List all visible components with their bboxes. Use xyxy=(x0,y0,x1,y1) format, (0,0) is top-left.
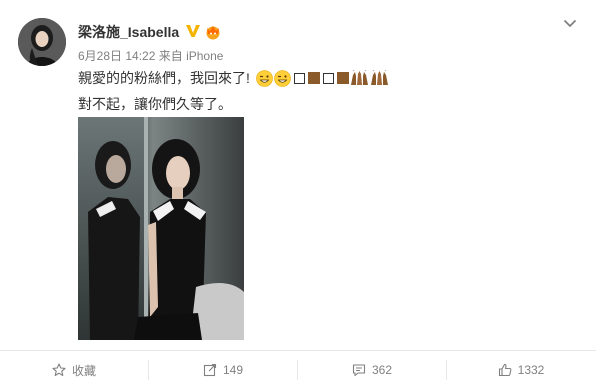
grinning-wink-emoji xyxy=(274,69,291,87)
like-button[interactable]: 1332 xyxy=(447,352,595,388)
post-text-line-2: 對不起，讓你們久等了。 xyxy=(78,96,232,112)
comment-count: 362 xyxy=(371,363,393,377)
comment-button[interactable]: 362 xyxy=(298,352,446,388)
post-source: 来自 iPhone xyxy=(158,49,224,63)
praying-hands-emoji xyxy=(350,70,368,85)
avatar[interactable] xyxy=(18,18,66,66)
post-meta: 6月28日 14:22 来自 iPhone xyxy=(78,47,223,64)
repost-button[interactable]: 149 xyxy=(149,352,297,388)
post-timestamp[interactable]: 6月28日 14:22 xyxy=(78,49,155,63)
brown-box-glyph xyxy=(336,72,349,84)
post-photo[interactable] xyxy=(78,117,244,340)
empty-box-glyph xyxy=(293,72,305,84)
star-icon xyxy=(52,363,66,377)
praying-hands-emoji xyxy=(370,70,388,85)
repost-count: 149 xyxy=(222,363,244,377)
action-bar-divider xyxy=(0,350,596,351)
favorite-label: 收藏 xyxy=(71,363,96,378)
favorite-button[interactable]: 收藏 xyxy=(0,352,148,388)
comment-icon xyxy=(352,364,366,377)
empty-box-glyph xyxy=(322,72,334,84)
grinning-wink-emoji xyxy=(256,69,273,87)
post-text-line-1: 親愛的的粉絲們，我回來了! xyxy=(78,68,390,88)
post-text: 親愛的的粉絲們，我回來了! xyxy=(78,70,250,86)
like-count: 1332 xyxy=(517,363,545,377)
chevron-down-icon[interactable] xyxy=(562,15,578,31)
verified-v-icon[interactable] xyxy=(185,23,201,39)
thumbs-up-icon xyxy=(498,363,512,377)
brown-box-glyph xyxy=(307,72,320,84)
username[interactable]: 梁洛施_Isabella xyxy=(78,22,179,42)
repost-icon xyxy=(203,363,217,377)
vip-crown-icon[interactable] xyxy=(204,22,222,40)
